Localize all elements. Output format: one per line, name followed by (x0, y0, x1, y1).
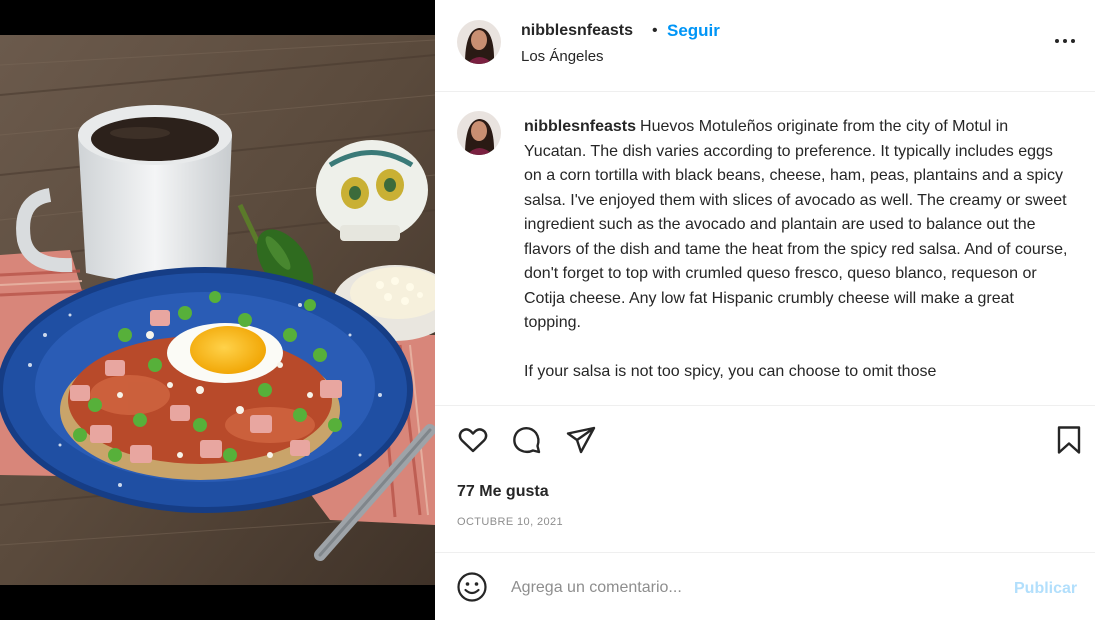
separator-dot: • (652, 22, 658, 39)
send-icon[interactable] (565, 424, 597, 456)
caption-section: nibblesnfeasts Huevos Motuleños originate… (435, 93, 1095, 406)
post-location[interactable]: Los Ángeles (521, 48, 604, 65)
post-media[interactable] (0, 0, 435, 620)
caption-avatar[interactable] (457, 111, 501, 155)
caption-body: Huevos Motuleños originate from the city… (524, 118, 1068, 331)
action-bar (435, 420, 1095, 460)
caption-username[interactable]: nibblesnfeasts (524, 118, 636, 135)
bookmark-icon[interactable] (1053, 424, 1085, 456)
post-photo (0, 35, 435, 585)
follow-button[interactable]: Seguir (667, 21, 720, 41)
emoji-icon[interactable] (456, 571, 488, 603)
post-panel: nibblesnfeasts • Seguir Los Ángeles nibb… (435, 0, 1095, 620)
comment-icon[interactable] (511, 424, 543, 456)
post-date[interactable]: OCTUBRE 10, 2021 (457, 516, 563, 528)
more-options-icon[interactable] (1055, 32, 1079, 48)
publish-button[interactable]: Publicar (1014, 580, 1077, 598)
heart-icon[interactable] (457, 424, 489, 456)
post-username[interactable]: nibblesnfeasts (521, 22, 633, 40)
caption-text: nibblesnfeasts Huevos Motuleños originate… (524, 115, 1069, 384)
comment-bar: Publicar (435, 552, 1095, 620)
post-header: nibblesnfeasts • Seguir Los Ángeles (435, 0, 1095, 92)
likes-count[interactable]: 77 Me gusta (457, 483, 549, 501)
caption-body-continued: If your salsa is not too spicy, you can … (524, 362, 937, 380)
comment-input[interactable] (511, 573, 991, 603)
avatar[interactable] (457, 20, 501, 64)
